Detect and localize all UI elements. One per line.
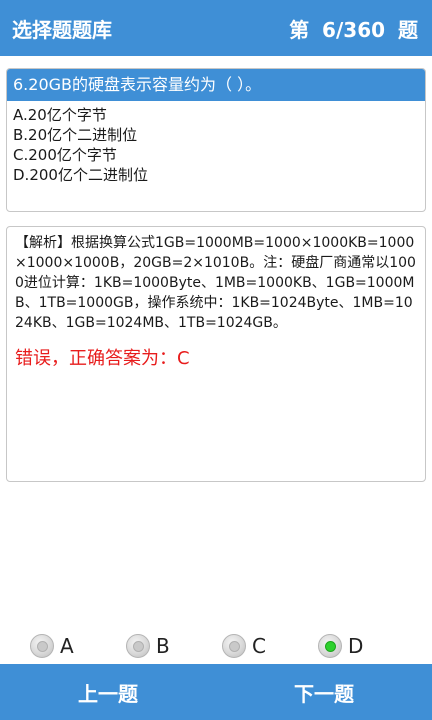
option-text-b: B.20亿个二进制位 [13,126,138,144]
answer-result: 错误，正确答案为：C [15,348,190,369]
question-text: 6.20GB的硬盘表示容量约为（ ）。 [7,69,425,101]
answer-option-a[interactable]: A [30,628,74,664]
radio-button-c[interactable] [222,634,246,658]
radio-dot-icon [228,640,240,652]
answer-label-a: A [60,634,74,658]
radio-dot-icon [132,640,144,652]
question-card: 6.20GB的硬盘表示容量约为（ ）。 A.20亿个字节 B.20亿个二进制位 … [6,68,426,212]
answer-option-b[interactable]: B [126,628,170,664]
option-text-d: D.200亿个二进制位 [13,166,148,184]
answer-label-c: C [252,634,266,658]
radio-dot-icon [36,640,48,652]
answer-option-d[interactable]: D [318,628,363,664]
option-text-c: C.200亿个字节 [13,146,117,164]
radio-button-b[interactable] [126,634,150,658]
radio-button-a[interactable] [30,634,54,658]
app-header: 选择题题库 第 6/360 题 [0,0,432,56]
next-question-button[interactable]: 下一题 [216,664,432,720]
prev-question-button[interactable]: 上一题 [0,664,216,720]
question-progress: 第 6/360 题 [289,17,418,42]
option-text-a: A.20亿个字节 [13,106,107,124]
analysis-text: 【解析】根据换算公式1GB=1000MB=1000×1000KB=1000×10… [15,235,416,331]
answer-label-b: B [156,634,170,658]
answer-option-c[interactable]: C [222,628,266,664]
app-title: 选择题题库 [12,17,112,42]
radio-button-d[interactable] [318,634,342,658]
footer-nav: 上一题 下一题 [0,664,432,720]
options-list: A.20亿个字节 B.20亿个二进制位 C.200亿个字节 D.200亿个二进制… [7,101,425,189]
analysis-panel: 【解析】根据换算公式1GB=1000MB=1000×1000KB=1000×10… [6,226,426,482]
answer-choices: A B C D [0,628,432,664]
answer-label-d: D [348,634,364,658]
radio-dot-icon [324,640,336,652]
